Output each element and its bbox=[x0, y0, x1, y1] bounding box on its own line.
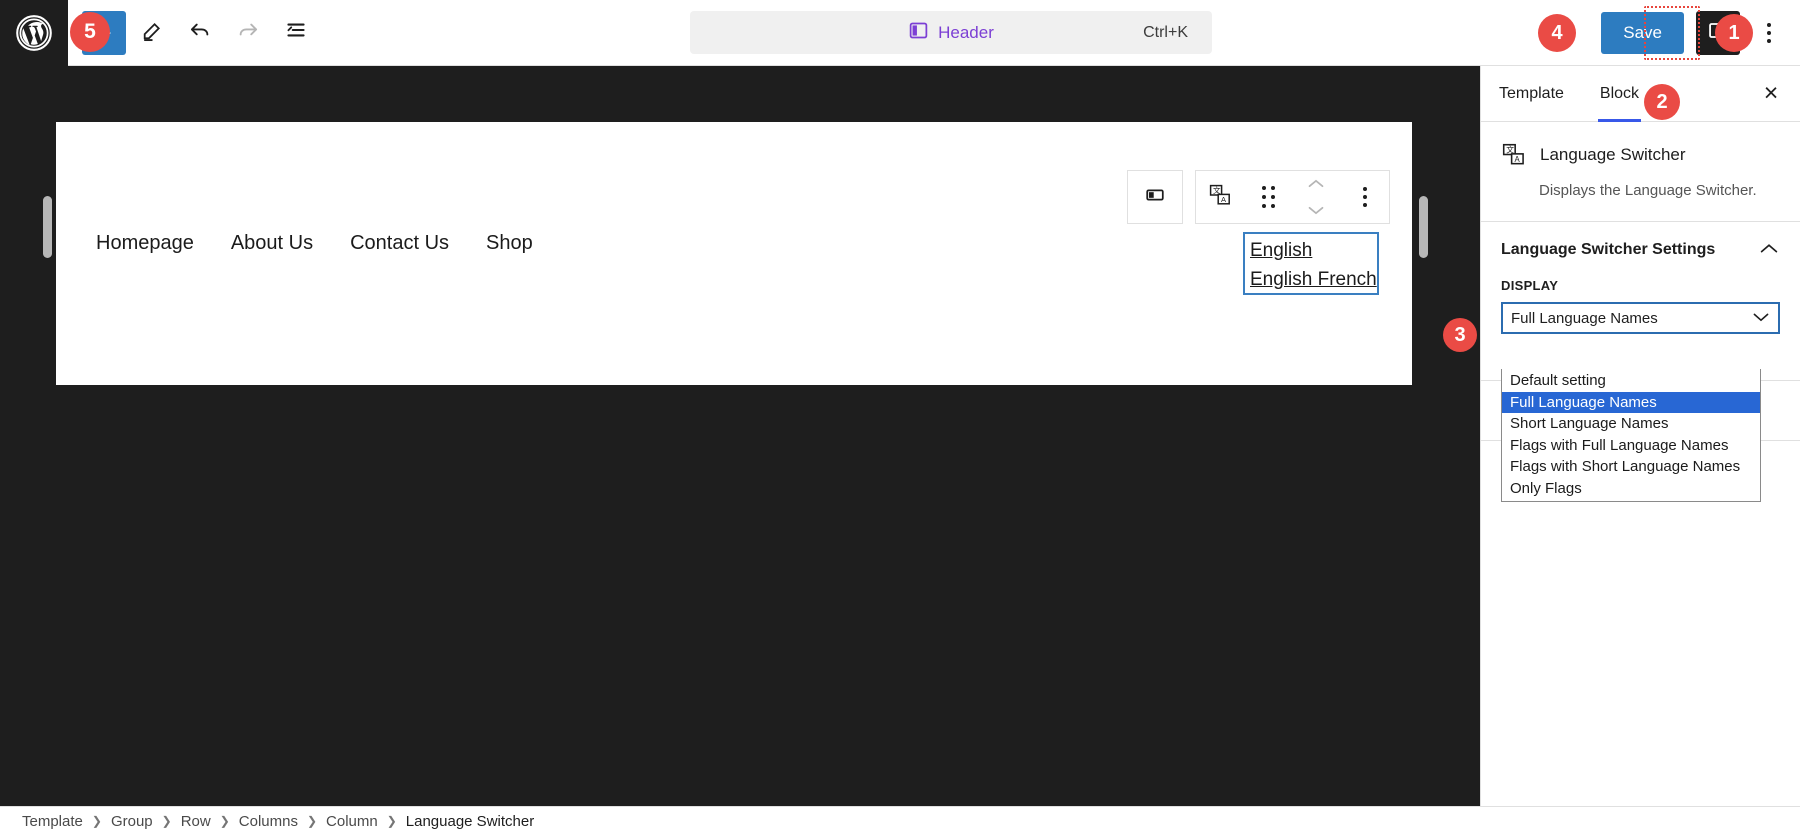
command-center-button[interactable]: Header Ctrl+K bbox=[690, 11, 1212, 54]
language-switcher-block[interactable]: English English French bbox=[1243, 232, 1379, 295]
top-toolbar: + bbox=[0, 0, 1800, 66]
option-short-language-names[interactable]: Short Language Names bbox=[1502, 413, 1760, 435]
language-switcher-icon: 文 A bbox=[1501, 142, 1526, 172]
display-select[interactable]: Full Language Names bbox=[1501, 302, 1780, 334]
navigation-menu: Homepage About Us Contact Us Shop bbox=[96, 232, 533, 255]
option-flags-with-short-language-names[interactable]: Flags with Short Language Names bbox=[1502, 456, 1760, 478]
option-default-setting[interactable]: Default setting bbox=[1502, 370, 1760, 392]
breadcrumb-item[interactable]: Group bbox=[111, 813, 153, 830]
template-header-icon bbox=[908, 20, 929, 46]
kebab-menu-icon bbox=[1767, 23, 1771, 43]
editor-canvas: Homepage About Us Contact Us Shop Englis… bbox=[0, 66, 1480, 806]
language-option-link[interactable]: English French bbox=[1250, 266, 1377, 295]
display-field: DISPLAY Full Language Names bbox=[1481, 278, 1800, 334]
nav-item[interactable]: Homepage bbox=[96, 232, 194, 255]
annotation-badge-3: 3 bbox=[1443, 318, 1477, 352]
breadcrumb-item[interactable]: Columns bbox=[239, 813, 298, 830]
close-sidebar-button[interactable]: × bbox=[1752, 75, 1790, 113]
chevron-right-icon: ❯ bbox=[386, 814, 397, 828]
breadcrumb-item[interactable]: Column bbox=[326, 813, 378, 830]
block-toolbar: 文 A bbox=[1127, 170, 1390, 224]
command-shortcut-label: Ctrl+K bbox=[1143, 23, 1188, 41]
undo-arrow-icon bbox=[187, 17, 213, 48]
template-document: Homepage About Us Contact Us Shop bbox=[56, 122, 1412, 385]
block-description: Displays the Language Switcher. bbox=[1539, 182, 1757, 199]
breadcrumb: Template ❯ Group ❯ Row ❯ Columns ❯ Colum… bbox=[0, 806, 1800, 835]
breadcrumb-item[interactable]: Template bbox=[22, 813, 83, 830]
edit-mode-button[interactable] bbox=[130, 11, 174, 55]
undo-button[interactable] bbox=[178, 11, 222, 55]
svg-text:A: A bbox=[1515, 155, 1521, 164]
align-block-button[interactable] bbox=[1131, 171, 1179, 223]
editor-root: + bbox=[0, 0, 1800, 835]
settings-sidebar: Template Block × 文 A Language Switcher D… bbox=[1480, 66, 1800, 806]
display-select-value: Full Language Names bbox=[1511, 309, 1658, 327]
breadcrumb-item-current: Language Switcher bbox=[405, 812, 535, 830]
option-flags-with-full-language-names[interactable]: Flags with Full Language Names bbox=[1502, 435, 1760, 457]
option-full-language-names[interactable]: Full Language Names bbox=[1502, 391, 1760, 413]
save-button[interactable]: Save bbox=[1601, 12, 1684, 54]
chevron-down-icon bbox=[1753, 310, 1769, 327]
display-select-options: Default setting Full Language Names Shor… bbox=[1501, 369, 1761, 502]
block-info-card: 文 A Language Switcher Displays the Langu… bbox=[1481, 122, 1800, 222]
wordpress-logo-icon[interactable] bbox=[0, 0, 68, 66]
list-view-button[interactable] bbox=[274, 11, 318, 55]
resize-handle-left-icon[interactable] bbox=[43, 196, 52, 258]
display-field-label: DISPLAY bbox=[1501, 278, 1559, 293]
block-align-group bbox=[1127, 170, 1183, 224]
tab-template[interactable]: Template bbox=[1481, 66, 1582, 122]
pencil-edit-icon bbox=[140, 18, 165, 48]
language-switcher-settings-panel-header[interactable]: Language Switcher Settings bbox=[1481, 222, 1800, 278]
chevron-right-icon: ❯ bbox=[306, 814, 318, 828]
move-block-button[interactable] bbox=[1292, 171, 1340, 223]
resize-handle-right-icon[interactable] bbox=[1419, 196, 1428, 258]
language-switcher-icon: 文 A bbox=[1208, 183, 1232, 212]
option-only-flags[interactable]: Only Flags bbox=[1502, 478, 1760, 500]
toolbar-right-group: Save bbox=[1601, 0, 1786, 66]
list-view-icon bbox=[283, 17, 309, 48]
annotation-badge-2: 2 bbox=[1644, 84, 1680, 120]
chevron-up-icon bbox=[1308, 175, 1324, 193]
command-center-label: Header bbox=[938, 22, 994, 42]
chevron-down-icon bbox=[1308, 202, 1324, 220]
block-more-options-button[interactable] bbox=[1341, 171, 1389, 223]
chevron-up-icon bbox=[1760, 241, 1778, 259]
block-actions-group: 文 A bbox=[1195, 170, 1390, 224]
redo-arrow-icon bbox=[235, 17, 261, 48]
language-option-link[interactable]: English bbox=[1250, 237, 1373, 266]
svg-text:文: 文 bbox=[1506, 144, 1514, 154]
chevron-right-icon: ❯ bbox=[91, 814, 102, 828]
nav-item[interactable]: About Us bbox=[231, 232, 313, 255]
editor-options-button[interactable] bbox=[1752, 11, 1786, 55]
breadcrumb-item[interactable]: Row bbox=[181, 813, 211, 830]
drag-handle-button[interactable] bbox=[1244, 171, 1292, 223]
sidebar-tablist: Template Block × bbox=[1481, 66, 1800, 122]
block-type-button[interactable]: 文 A bbox=[1196, 171, 1244, 223]
panel-title: Language Switcher Settings bbox=[1501, 241, 1716, 258]
redo-button[interactable] bbox=[226, 11, 270, 55]
nav-item[interactable]: Shop bbox=[486, 232, 533, 255]
chevron-right-icon: ❯ bbox=[219, 814, 230, 828]
svg-text:文: 文 bbox=[1213, 185, 1221, 195]
block-title: Language Switcher bbox=[1540, 145, 1686, 164]
annotation-badge-5: 5 bbox=[70, 12, 110, 52]
align-block-icon bbox=[1144, 184, 1166, 211]
drag-handle-icon bbox=[1261, 186, 1275, 208]
annotation-badge-4: 4 bbox=[1538, 14, 1576, 52]
svg-text:A: A bbox=[1221, 195, 1226, 204]
kebab-menu-icon bbox=[1363, 187, 1367, 207]
nav-item[interactable]: Contact Us bbox=[350, 232, 449, 255]
chevron-right-icon: ❯ bbox=[161, 814, 172, 828]
annotation-badge-1: 1 bbox=[1715, 14, 1753, 52]
